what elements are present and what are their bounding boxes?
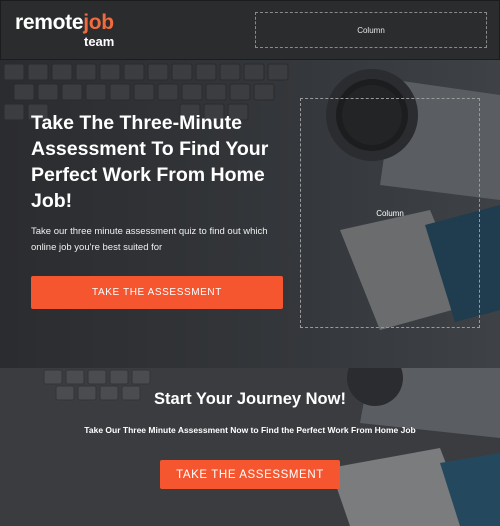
hero-description: Take our three minute assessment quiz to… [31, 226, 268, 253]
journey-subtitle: Take Our Three Minute Assessment Now to … [84, 425, 416, 435]
take-assessment-button-secondary[interactable]: TAKE THE ASSESSMENT [160, 460, 340, 489]
hero-column-placeholder: Column [300, 98, 480, 328]
logo[interactable]: remotejob team [15, 11, 135, 51]
site-header: remotejob team Column [0, 0, 500, 60]
logo-wordmark: remotejob [15, 11, 114, 34]
hero-section: Take The Three-Minute Assessment To Find… [0, 60, 500, 368]
logo-subtext: team [84, 34, 115, 49]
journey-title: Start Your Journey Now! [154, 390, 346, 408]
take-assessment-button[interactable]: TAKE THE ASSESSMENT [31, 276, 283, 309]
journey-section: Start Your Journey Now! Take Our Three M… [0, 368, 500, 526]
hero-title: Take The Three-Minute Assessment To Find… [31, 112, 269, 212]
header-column-placeholder: Column [255, 12, 487, 48]
